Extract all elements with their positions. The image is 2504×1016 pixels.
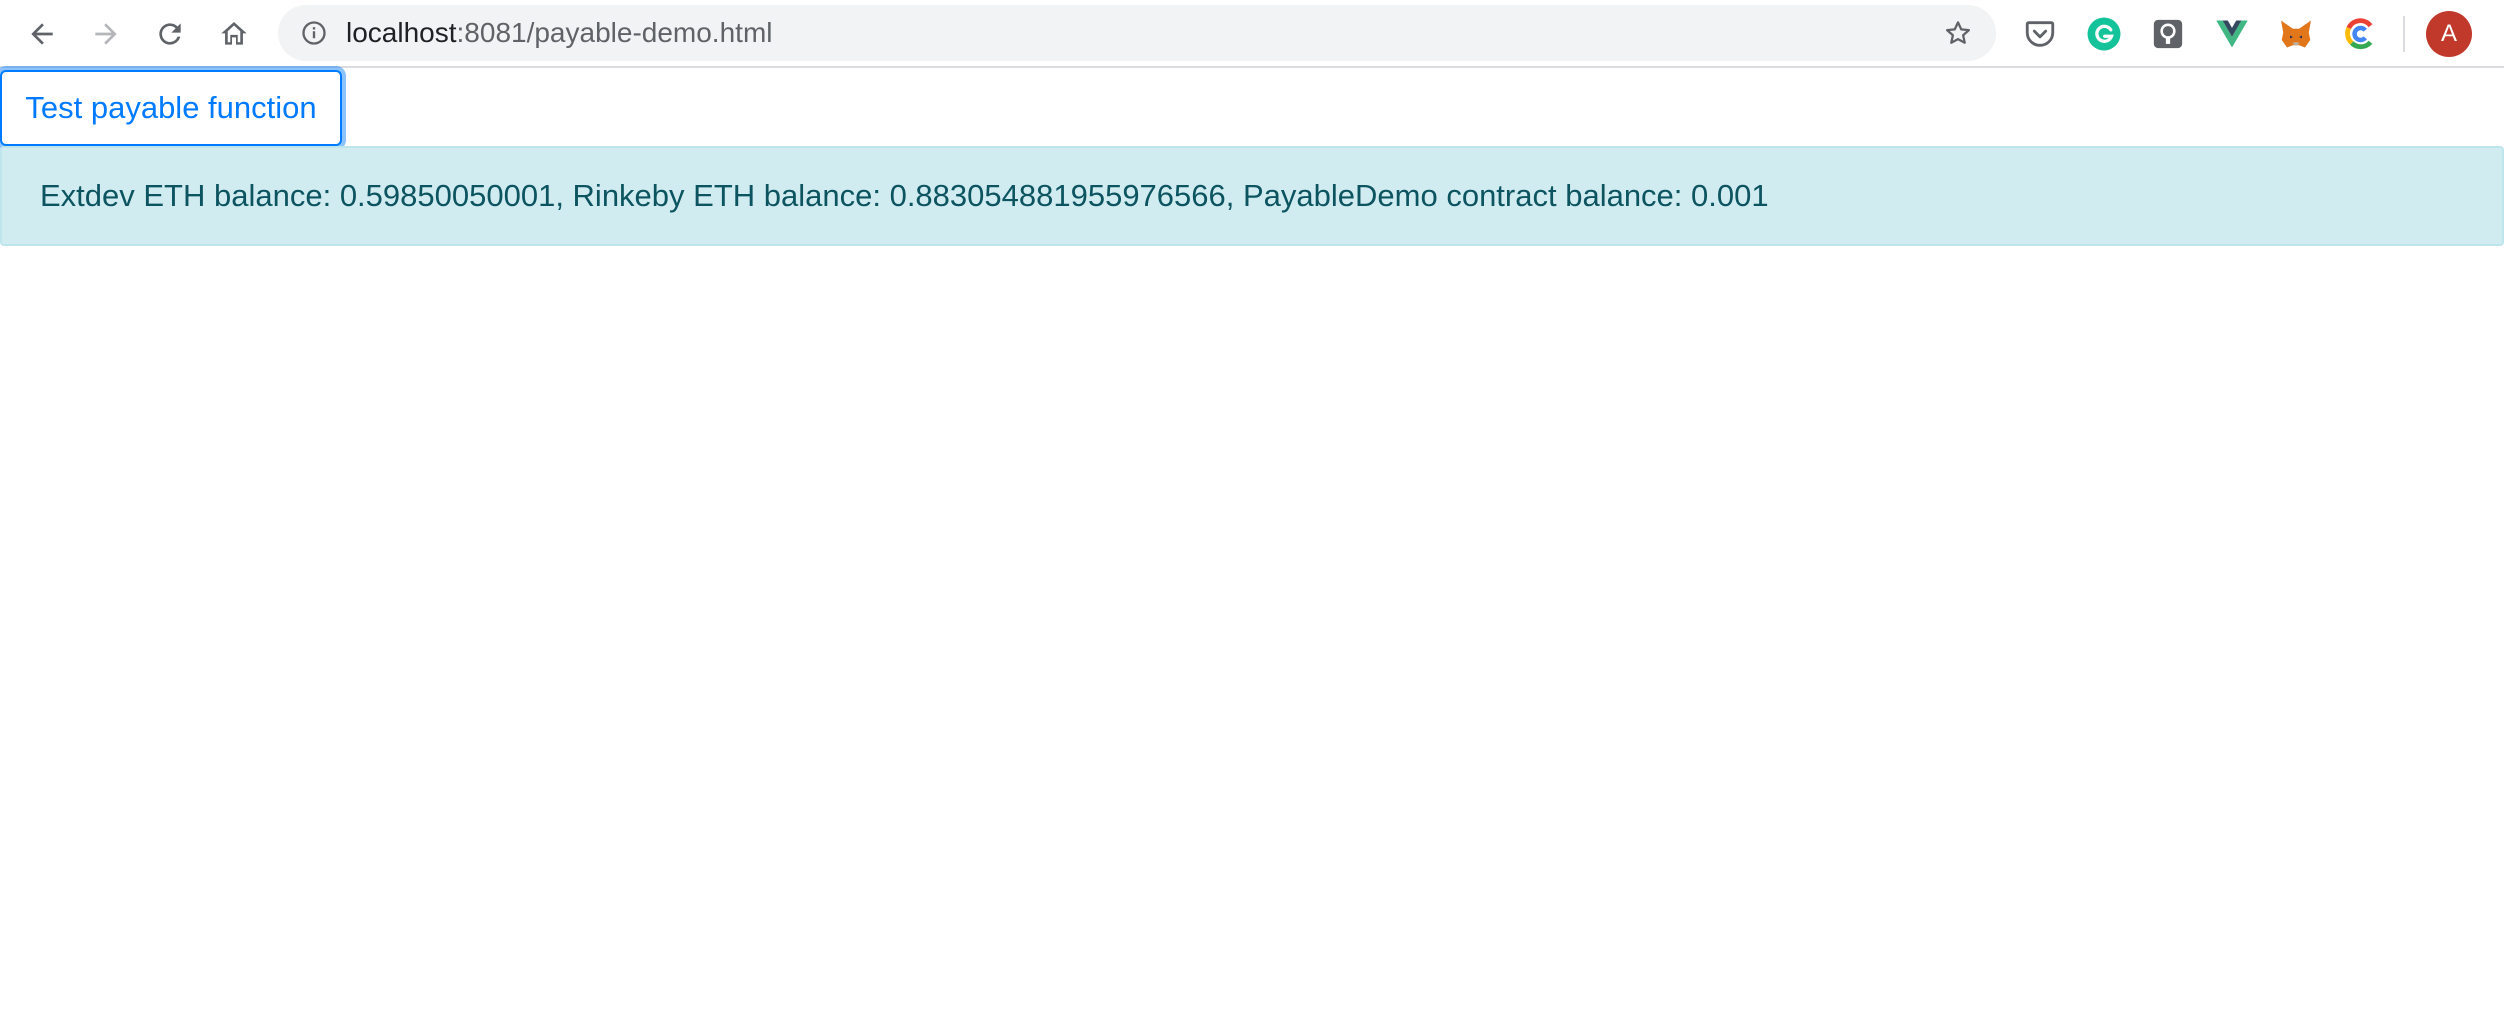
toolbar-divider xyxy=(2403,16,2405,52)
grammarly-icon[interactable] xyxy=(2084,14,2124,54)
star-icon[interactable] xyxy=(1940,15,1976,51)
info-icon[interactable] xyxy=(298,17,330,49)
forward-arrow-icon xyxy=(90,18,122,50)
home-button[interactable] xyxy=(210,10,258,58)
metamask-icon[interactable] xyxy=(2276,14,2316,54)
lastpass-icon[interactable] xyxy=(2148,14,2188,54)
test-payable-function-button[interactable]: Test payable function xyxy=(0,70,342,146)
pocket-icon[interactable] xyxy=(2020,14,2060,54)
address-bar[interactable]: localhost:8081/payable-demo.html xyxy=(278,5,1996,61)
balance-alert-text: Extdev ETH balance: 0.59850050001, Rinke… xyxy=(40,178,1769,213)
home-icon xyxy=(218,18,250,50)
url-text[interactable]: localhost:8081/payable-demo.html xyxy=(346,5,773,61)
profile-avatar[interactable]: A xyxy=(2426,11,2472,57)
back-arrow-icon xyxy=(26,18,58,50)
url-host: localhost xyxy=(346,17,457,48)
forward-button[interactable] xyxy=(82,10,130,58)
balance-alert: Extdev ETH balance: 0.59850050001, Rinke… xyxy=(0,146,2504,246)
vue-devtools-icon[interactable] xyxy=(2212,14,2252,54)
reload-icon xyxy=(154,18,186,50)
back-button[interactable] xyxy=(18,10,66,58)
reload-button[interactable] xyxy=(146,10,194,58)
browser-toolbar: localhost:8081/payable-demo.html A xyxy=(0,0,2504,68)
chrome-color-icon[interactable] xyxy=(2340,14,2380,54)
url-path: :8081/payable-demo.html xyxy=(456,17,773,48)
